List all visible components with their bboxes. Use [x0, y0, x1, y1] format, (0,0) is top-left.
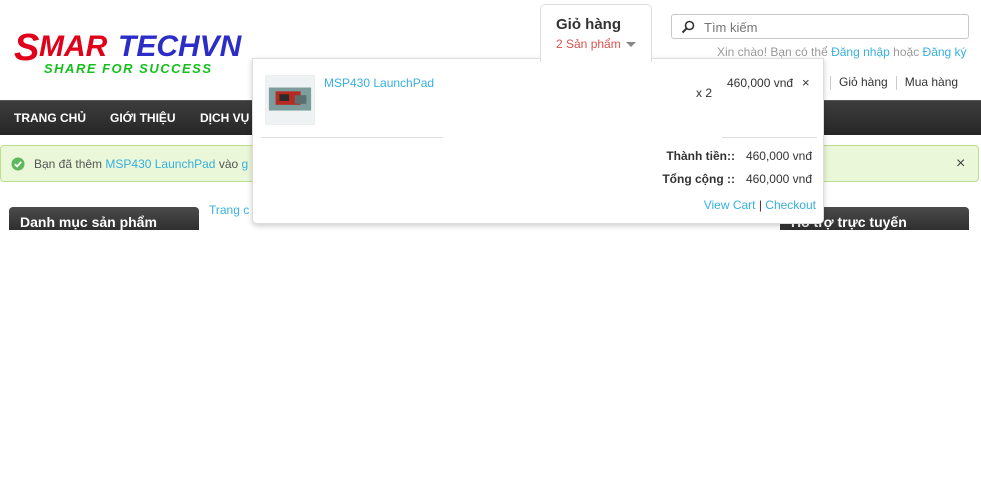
logo[interactable]: S MAR TECHVN SHARE FOR SUCCESS [14, 28, 282, 78]
welcome-or: hoặc [893, 45, 920, 59]
cart-dropdown: MSP430 LaunchPad x 2 460,000 vnđ × Thành… [252, 58, 824, 224]
logo-letters-techvn: TECHVN [118, 30, 243, 63]
welcome-prefix: Xin chào! Bạn có thể [717, 45, 828, 59]
check-circle-icon [11, 157, 25, 171]
divider [830, 75, 831, 90]
cart-product-price: 460,000 vnđ [727, 76, 794, 90]
logo-letter-s: S [14, 28, 39, 69]
chevron-down-icon [625, 42, 636, 48]
cart-product-name[interactable]: MSP430 LaunchPad [324, 76, 434, 90]
logo-letters-mart: MAR [39, 30, 108, 63]
alert-message: Bạn đã thêm MSP430 LaunchPad vào g [34, 157, 248, 171]
category-box-header: Danh mục sản phẩm [9, 207, 199, 230]
alert-prefix: Bạn đã thêm [34, 157, 103, 171]
category-box-title: Danh mục sản phẩm [20, 214, 157, 230]
cart-title: Giỏ hàng [556, 16, 621, 33]
product-thumbnail[interactable] [265, 75, 315, 125]
cart-link[interactable]: Giỏ hàng [839, 75, 888, 89]
alert-cart-link[interactable]: g [242, 157, 249, 171]
nav-item-about[interactable]: GIỚI THIỆU [110, 111, 176, 125]
close-icon[interactable]: × [956, 155, 965, 173]
cart-product-qty: x 2 [696, 86, 713, 100]
nav-item-home[interactable]: TRANG CHỦ [14, 111, 86, 125]
total-value: 460,000 vnđ [745, 172, 812, 186]
product-image [266, 76, 314, 124]
divider [261, 137, 443, 138]
register-link[interactable]: Đăng ký [923, 45, 967, 59]
subtotal-value: 460,000 vnđ [745, 149, 812, 163]
alert-product-link[interactable]: MSP430 LaunchPad [105, 157, 215, 171]
total-label: Tổng cộng :: [662, 172, 735, 186]
cart-actions: View Cart | Checkout [704, 198, 816, 212]
divider [722, 137, 817, 138]
divider [895, 75, 897, 90]
nav-item-services[interactable]: DỊCH VỤ [200, 111, 249, 125]
login-link[interactable]: Đăng nhập [831, 45, 890, 59]
cart-count[interactable]: 2 Sản phẩm [556, 37, 636, 51]
search-icon[interactable] [681, 20, 695, 34]
breadcrumb[interactable]: Trang c [209, 203, 249, 217]
cart-count-label: 2 Sản phẩm [556, 37, 621, 51]
alert-mid: vào [218, 157, 239, 171]
cart-tab[interactable]: Giỏ hàng 2 Sản phẩm [540, 4, 652, 62]
welcome-text: Xin chào! Bạn có thể Đăng nhập hoặc Đăng… [717, 45, 967, 59]
logo-tagline: SHARE FOR SUCCESS [44, 61, 213, 76]
logo-graphic: S MAR TECHVN SHARE FOR SUCCESS [14, 28, 243, 76]
subtotal-label: Thành tiền:: [666, 149, 735, 163]
search-input[interactable] [704, 18, 959, 36]
view-cart-link[interactable]: View Cart [704, 198, 756, 212]
search-box[interactable] [671, 14, 969, 39]
actions-separator: | [758, 198, 762, 212]
checkout-link[interactable]: Checkout [765, 198, 816, 212]
remove-item-icon[interactable]: × [802, 75, 810, 90]
checkout-link[interactable]: Mua hàng [905, 75, 958, 89]
user-links: Giỏ hàng Mua hàng [822, 75, 958, 90]
